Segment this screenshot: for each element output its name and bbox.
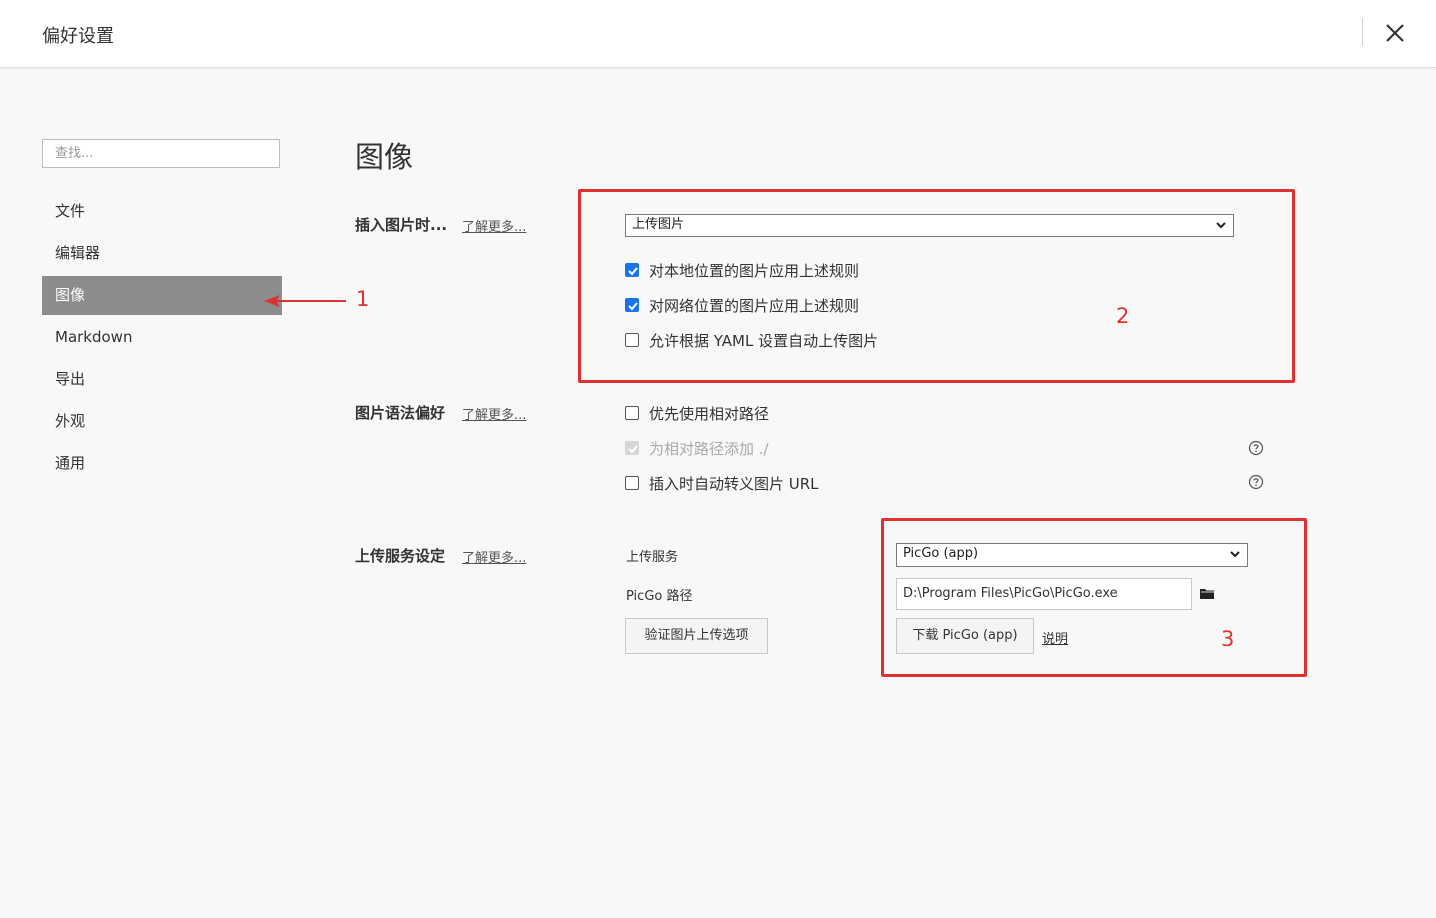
checkbox-escape-url[interactable]: 插入时自动转义图片 URL [625,473,819,493]
annotation-box-2 [578,189,1295,383]
arrow-left-icon [264,295,346,307]
checkbox-disabled [625,441,639,455]
checkbox-label: 为相对路径添加 ./ [649,439,769,458]
checkbox-add-dot-slash: 为相对路径添加 ./ [625,438,769,458]
checkmark-icon [628,445,638,454]
annotation-number-1: 1 [356,287,370,311]
picgo-path-label: PicGo 路径 [626,589,693,604]
upload-service-field-label: 上传服务 [626,550,679,565]
sidebar-item-markdown[interactable]: Markdown [42,318,282,357]
sidebar-nav: 文件 编辑器 图像 Markdown 导出 外观 通用 [42,192,282,486]
sidebar-item-image[interactable]: 图像 [42,276,282,315]
title-bar: 偏好设置 [0,0,1436,68]
title-divider [1362,18,1363,46]
sidebar-item-general[interactable]: 通用 [42,444,282,483]
window-title: 偏好设置 [42,26,114,47]
checkbox-relative-path[interactable]: 优先使用相对路径 [625,403,769,423]
insert-learn-more-link[interactable]: 了解更多... [462,216,526,235]
syntax-pref-label: 图片语法偏好 [355,404,446,422]
help-circle-icon[interactable] [1248,474,1264,490]
annotation-number-3: 3 [1221,627,1235,651]
checkbox-unchecked[interactable] [625,406,639,420]
syntax-learn-more-link[interactable]: 了解更多... [462,404,526,423]
search-input[interactable] [42,139,280,168]
checkbox-label: 优先使用相对路径 [649,404,770,423]
sidebar-item-file[interactable]: 文件 [42,192,282,231]
verify-upload-button[interactable]: 验证图片上传选项 [625,618,768,654]
help-circle-icon[interactable] [1248,440,1264,456]
upload-learn-more-link[interactable]: 了解更多... [462,547,526,566]
checkbox-unchecked[interactable] [625,476,639,490]
checkbox-label: 插入时自动转义图片 URL [649,474,819,493]
page-title: 图像 [355,140,414,174]
sidebar-item-export[interactable]: 导出 [42,360,282,399]
upload-service-label: 上传服务设定 [355,547,446,565]
annotation-box-3 [881,518,1307,677]
insert-image-label: 插入图片时... [355,216,448,234]
sidebar-item-editor[interactable]: 编辑器 [42,234,282,273]
sidebar-item-appearance[interactable]: 外观 [42,402,282,441]
annotation-number-2: 2 [1116,304,1130,328]
close-icon[interactable] [1383,21,1407,45]
